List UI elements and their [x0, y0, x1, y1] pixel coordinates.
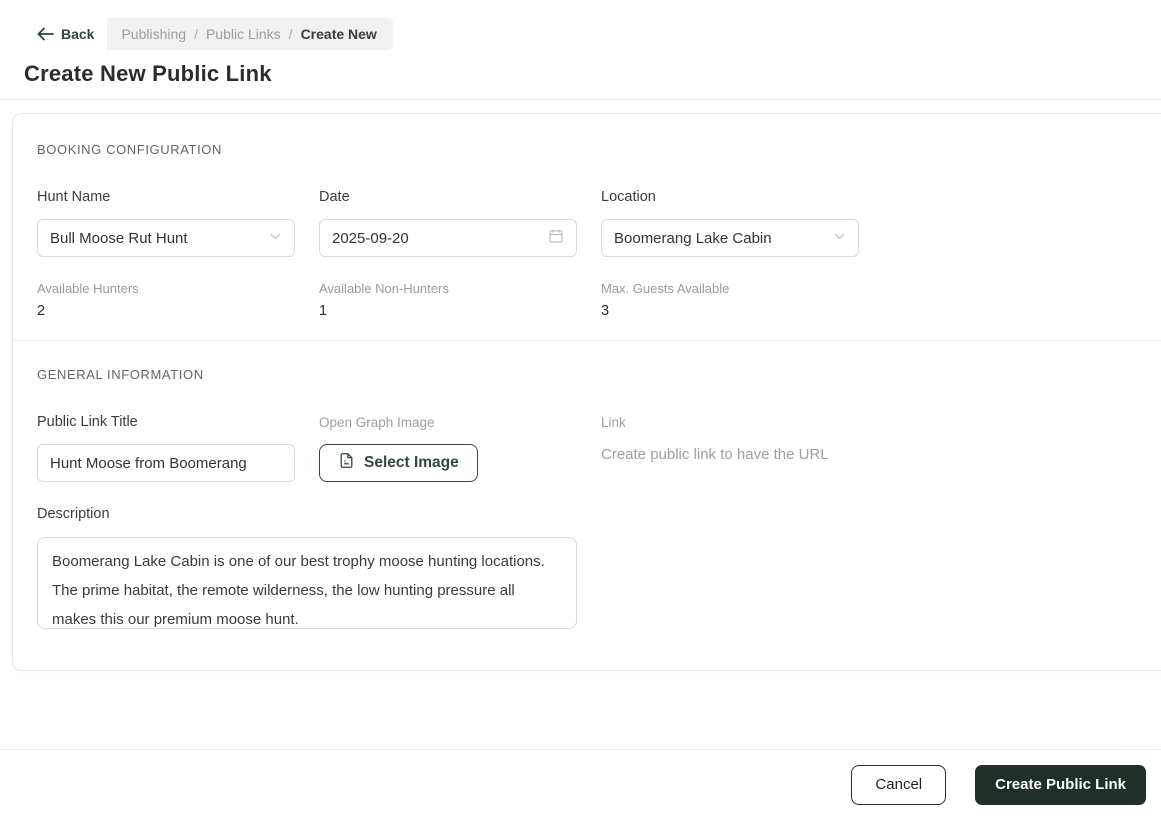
breadcrumb: Back Publishing / Public Links / Create … [24, 18, 393, 50]
create-public-link-page: Back Publishing / Public Links / Create … [0, 0, 1161, 819]
chevron-down-icon [269, 230, 282, 247]
description-textarea[interactable]: Boomerang Lake Cabin is one of our best … [37, 537, 577, 629]
calendar-icon [548, 228, 564, 248]
breadcrumb-item-publishing[interactable]: Publishing [121, 26, 186, 42]
breadcrumb-separator: / [288, 26, 293, 42]
date-field: Date 2025-09-20 [319, 189, 577, 257]
public-link-title-input[interactable] [37, 444, 295, 482]
available-hunters-value: 2 [37, 303, 46, 319]
available-hunters-stat: Available Hunters 2 [37, 281, 295, 319]
location-label: Location [601, 189, 656, 205]
back-button[interactable]: Back [24, 18, 108, 50]
hunt-name-select[interactable]: Bull Moose Rut Hunt [37, 219, 295, 257]
cancel-button[interactable]: Cancel [851, 764, 947, 805]
availability-stats-row: Available Hunters 2 Available Non-Hunter… [37, 281, 1147, 319]
max-guests-stat: Max. Guests Available 3 [601, 281, 859, 319]
max-guests-value: 3 [601, 303, 610, 319]
back-button-label: Back [61, 26, 95, 42]
link-field: Link Create public link to have the URL [601, 414, 921, 482]
available-hunters-label: Available Hunters [37, 281, 139, 296]
public-link-title-label: Public Link Title [37, 414, 138, 430]
file-image-icon [338, 452, 355, 474]
description-field: Description Boomerang Lake Cabin is one … [37, 506, 1147, 634]
booking-fields-row: Hunt Name Bull Moose Rut Hunt Date 2025-… [37, 189, 1147, 257]
hunt-name-value: Bull Moose Rut Hunt [50, 229, 188, 247]
chevron-down-icon [833, 230, 846, 247]
form-card: BOOKING CONFIGURATION Hunt Name Bull Moo… [12, 113, 1161, 671]
general-fields-row: Public Link Title Open Graph Image Selec… [37, 414, 1147, 482]
date-input[interactable]: 2025-09-20 [319, 219, 577, 257]
available-non-hunters-value: 1 [319, 303, 328, 319]
hunt-name-label: Hunt Name [37, 189, 111, 205]
location-value: Boomerang Lake Cabin [614, 229, 772, 247]
page-title: Create New Public Link [24, 61, 272, 86]
footer-action-bar: Cancel Create Public Link [0, 749, 1161, 819]
breadcrumb-separator: / [194, 26, 198, 42]
link-helper-text: Create public link to have the URL [601, 446, 829, 463]
location-select[interactable]: Boomerang Lake Cabin [601, 219, 859, 257]
open-graph-image-field: Open Graph Image Select Image [319, 414, 577, 482]
available-non-hunters-label: Available Non-Hunters [319, 281, 449, 296]
breadcrumb-item-public-links[interactable]: Public Links [206, 26, 281, 42]
open-graph-image-label: Open Graph Image [319, 415, 435, 430]
public-link-title-field: Public Link Title [37, 414, 295, 482]
select-image-button[interactable]: Select Image [319, 444, 478, 482]
page-header: Back Publishing / Public Links / Create … [0, 0, 1161, 100]
max-guests-label: Max. Guests Available [601, 281, 730, 296]
available-non-hunters-stat: Available Non-Hunters 1 [319, 281, 577, 319]
breadcrumb-trail: Publishing / Public Links / Create New [107, 18, 392, 50]
section-title-booking-configuration: BOOKING CONFIGURATION [37, 142, 222, 157]
section-title-general-information: GENERAL INFORMATION [37, 367, 204, 382]
location-field: Location Boomerang Lake Cabin [601, 189, 859, 257]
select-image-button-label: Select Image [364, 454, 459, 471]
create-public-link-button[interactable]: Create Public Link [975, 764, 1146, 805]
hunt-name-field: Hunt Name Bull Moose Rut Hunt [37, 189, 295, 257]
breadcrumb-item-current: Create New [300, 26, 377, 42]
date-label: Date [319, 189, 350, 205]
date-value: 2025-09-20 [332, 229, 409, 247]
link-label: Link [601, 415, 626, 430]
section-divider [13, 340, 1161, 341]
back-arrow-icon [37, 27, 54, 41]
description-label: Description [37, 506, 110, 522]
